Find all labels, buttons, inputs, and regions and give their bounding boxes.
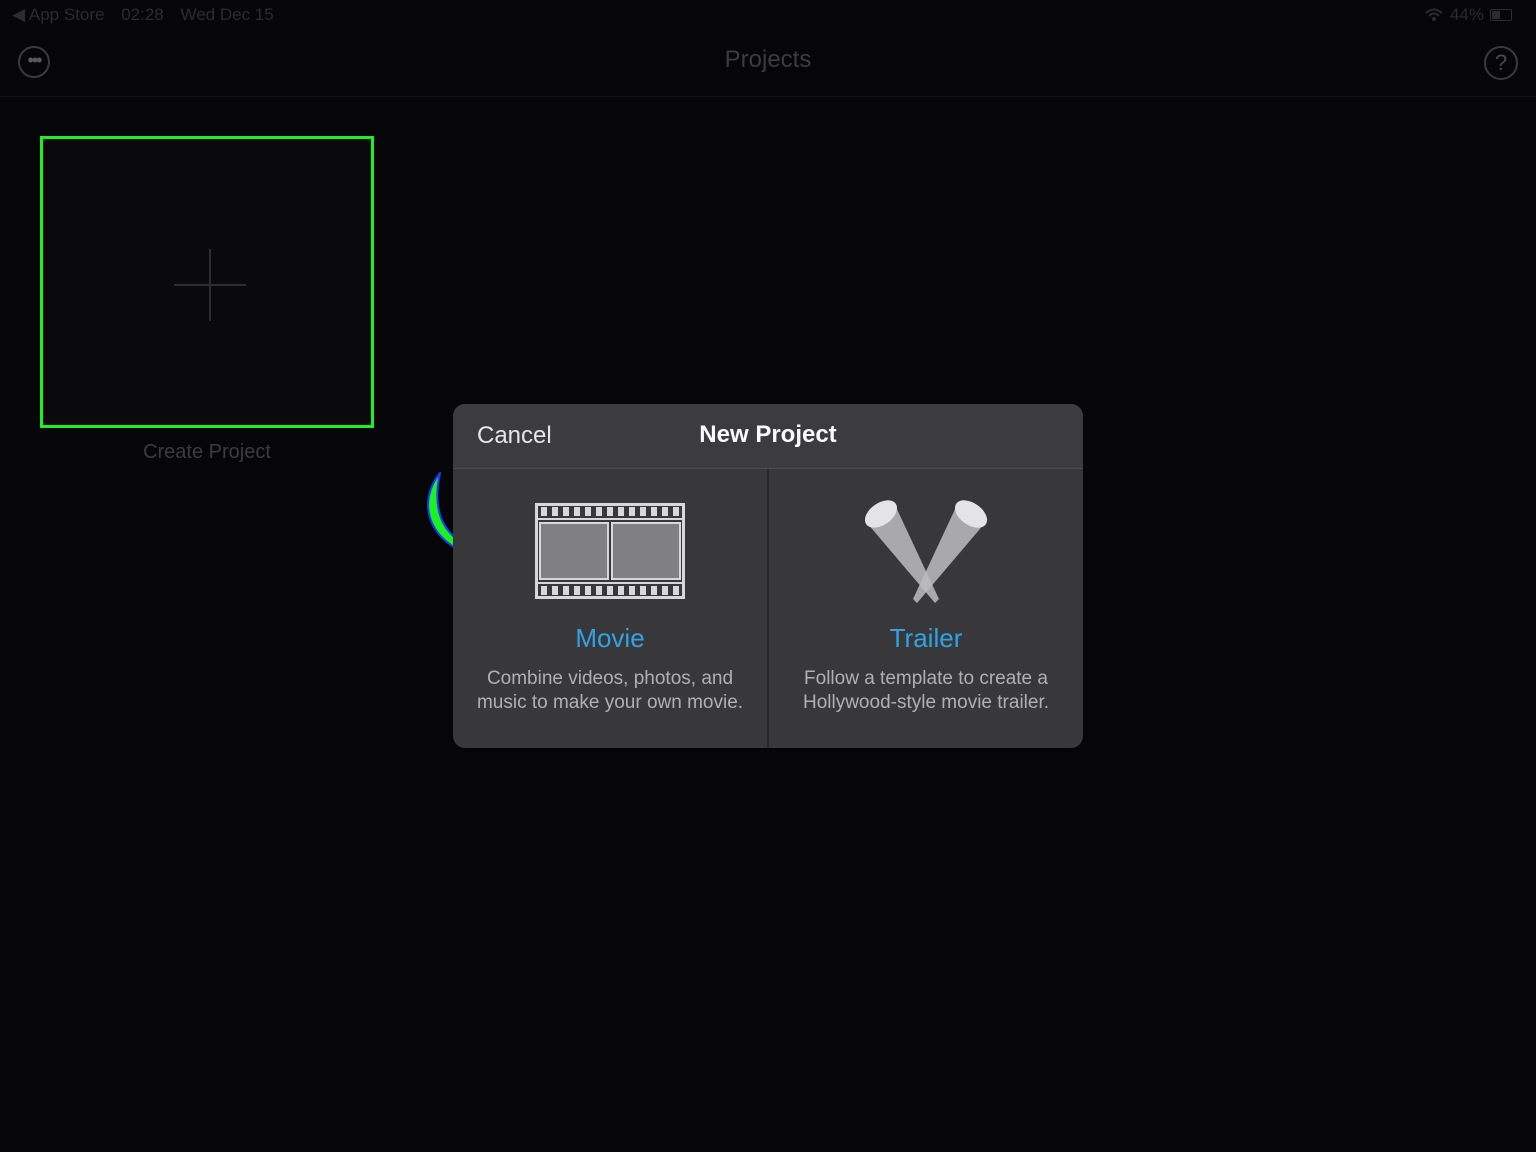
- film-perforation: [640, 507, 646, 516]
- film-perforation: [651, 507, 657, 516]
- page-title: Projects: [724, 46, 812, 73]
- status-bar: ◀ App Store 02:28 Wed Dec 15 44%: [0, 0, 1536, 30]
- movie-description-line-2: music to make your own movie.: [476, 692, 744, 713]
- film-perforation: [541, 586, 547, 595]
- create-project-label[interactable]: Create Project: [40, 441, 374, 464]
- film-perforation: [607, 586, 613, 595]
- film-perforation: [640, 586, 646, 595]
- question-circle-icon: ?: [1494, 50, 1508, 75]
- nav-bar: ••• Projects ?: [0, 28, 1536, 97]
- plus-icon-bar: [174, 284, 246, 286]
- film-perforation: [552, 586, 558, 595]
- film-perforation: [585, 507, 591, 516]
- status-time: 02:28: [121, 5, 164, 24]
- movie-description-line-1: Combine videos, photos, and: [486, 668, 734, 689]
- film-perforation: [541, 507, 547, 516]
- film-perforation: [629, 586, 635, 595]
- status-right: 44%: [1424, 5, 1512, 25]
- battery-icon: [1490, 9, 1512, 21]
- status-date: Wed Dec 15: [180, 5, 274, 24]
- battery-percentage: 44%: [1449, 5, 1484, 24]
- film-perforation: [596, 586, 602, 595]
- spotlights-icon: [864, 500, 988, 603]
- wifi-icon: [1425, 8, 1443, 21]
- film-perforation: [662, 507, 668, 516]
- status-left: ◀ App Store 02:28 Wed Dec 15: [12, 5, 274, 25]
- trailer-description-line-1: Follow a template to create a: [804, 668, 1048, 689]
- film-perforation: [662, 586, 668, 595]
- film-perforation: [607, 507, 613, 516]
- dialog-header: Cancel New Project: [453, 404, 1083, 469]
- back-to-app-store-link[interactable]: ◀ App Store: [12, 5, 104, 24]
- trailer-option-description: Follow a template to create a Hollywood-…: [769, 667, 1083, 715]
- film-perforation: [673, 586, 679, 595]
- trailer-option[interactable]: Trailer Follow a template to create a Ho…: [769, 469, 1083, 748]
- new-project-dialog: Cancel New Project Movie Combine videos,…: [453, 404, 1083, 748]
- dialog-title: New Project: [699, 421, 837, 448]
- help-button[interactable]: ?: [1484, 46, 1518, 80]
- movie-option-title: Movie: [575, 623, 645, 653]
- trailer-description-line-2: Hollywood-style movie trailer.: [802, 692, 1050, 713]
- film-perforation: [673, 507, 679, 516]
- film-perforation: [574, 507, 580, 516]
- trailer-option-title: Trailer: [889, 623, 963, 653]
- film-perforation: [563, 507, 569, 516]
- film-perforation: [651, 586, 657, 595]
- film-perforation: [574, 586, 580, 595]
- film-perforation: [629, 507, 635, 516]
- movie-option-description: Combine videos, photos, and music to mak…: [453, 667, 767, 715]
- film-perforation: [552, 507, 558, 516]
- film-strip-icon: [535, 503, 685, 599]
- film-perforation: [563, 586, 569, 595]
- film-perforation: [618, 507, 624, 516]
- film-perforation: [596, 507, 602, 516]
- film-perforation: [585, 586, 591, 595]
- create-project-tile[interactable]: [40, 136, 374, 428]
- film-perforation: [618, 586, 624, 595]
- movie-option[interactable]: Movie Combine videos, photos, and music …: [453, 469, 767, 748]
